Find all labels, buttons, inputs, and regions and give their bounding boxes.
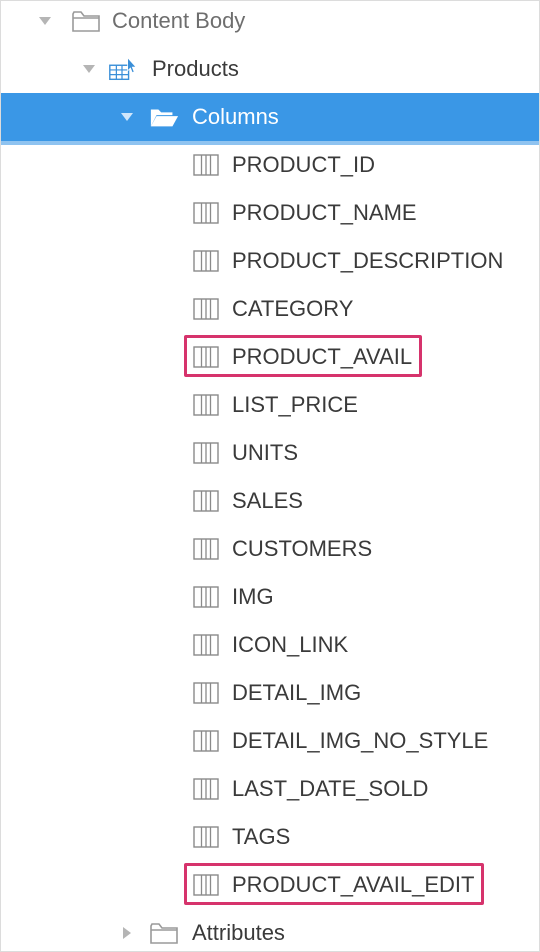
tree-node-column[interactable]: LIST_PRICE bbox=[1, 381, 539, 429]
tree-node-label: Attributes bbox=[192, 920, 285, 945]
folder-icon bbox=[149, 919, 179, 947]
tree-node-label: LIST_PRICE bbox=[232, 392, 358, 417]
chevron-down-icon[interactable] bbox=[119, 109, 135, 125]
tree-node-products[interactable]: Products bbox=[1, 45, 539, 93]
tree-node-column[interactable]: UNITS bbox=[1, 429, 539, 477]
column-icon bbox=[191, 871, 221, 899]
chevron-down-icon[interactable] bbox=[37, 13, 53, 29]
column-icon bbox=[191, 439, 221, 467]
tree-node-column[interactable]: ICON_LINK bbox=[1, 621, 539, 669]
tree-node-label: Content Body bbox=[112, 8, 246, 33]
column-icon bbox=[191, 151, 221, 179]
tree-node-label: Columns bbox=[192, 104, 279, 129]
tree-node-label: DETAIL_IMG_NO_STYLE bbox=[232, 728, 489, 753]
tree-node-label: LAST_DATE_SOLD bbox=[232, 776, 429, 801]
column-icon bbox=[191, 487, 221, 515]
tree-node-label: TAGS bbox=[232, 824, 291, 849]
tree-node-label: PRODUCT_NAME bbox=[232, 200, 417, 225]
tree-view: Content Body Products Columns PRODUCT_ID… bbox=[0, 0, 540, 952]
column-icon bbox=[191, 679, 221, 707]
tree-node-label: Products bbox=[152, 56, 239, 81]
tree-node-column[interactable]: CATEGORY bbox=[1, 285, 539, 333]
tree-node-column[interactable]: PRODUCT_AVAIL_EDIT bbox=[1, 861, 539, 909]
tree-node-columns[interactable]: Columns bbox=[1, 93, 539, 145]
tree-node-label: CATEGORY bbox=[232, 296, 354, 321]
tree-node-column[interactable]: DETAIL_IMG_NO_STYLE bbox=[1, 717, 539, 765]
column-icon bbox=[191, 583, 221, 611]
chevron-right-icon[interactable] bbox=[119, 925, 135, 941]
tree-node-label: ICON_LINK bbox=[232, 632, 349, 657]
tree-node-attributes[interactable]: Attributes bbox=[1, 909, 539, 951]
tree-node-column[interactable]: PRODUCT_AVAIL bbox=[1, 333, 539, 381]
column-icon bbox=[191, 391, 221, 419]
tree-node-column[interactable]: CUSTOMERS bbox=[1, 525, 539, 573]
tree-node-content-body[interactable]: Content Body bbox=[1, 1, 539, 45]
tree-node-label: SALES bbox=[232, 488, 303, 513]
column-icon bbox=[191, 727, 221, 755]
tree-node-label: PRODUCT_AVAIL bbox=[232, 344, 413, 369]
column-icon bbox=[191, 775, 221, 803]
column-icon bbox=[191, 535, 221, 563]
tree-node-column[interactable]: TAGS bbox=[1, 813, 539, 861]
tree-node-column[interactable]: LAST_DATE_SOLD bbox=[1, 765, 539, 813]
tree-node-column[interactable]: DETAIL_IMG bbox=[1, 669, 539, 717]
tree-node-column[interactable]: IMG bbox=[1, 573, 539, 621]
chevron-down-icon[interactable] bbox=[81, 61, 97, 77]
tree-node-label: DETAIL_IMG bbox=[232, 680, 362, 705]
tree-node-column[interactable]: PRODUCT_DESCRIPTION bbox=[1, 237, 539, 285]
tree-node-label: UNITS bbox=[232, 440, 298, 465]
column-icon bbox=[191, 247, 221, 275]
tree-node-label: CUSTOMERS bbox=[232, 536, 373, 561]
tree-node-column[interactable]: PRODUCT_ID bbox=[1, 141, 539, 189]
column-icon bbox=[191, 823, 221, 851]
column-icon bbox=[191, 631, 221, 659]
tree-node-label: IMG bbox=[232, 584, 274, 609]
column-icon bbox=[191, 199, 221, 227]
column-icon bbox=[191, 343, 221, 371]
tree-node-label: PRODUCT_DESCRIPTION bbox=[232, 248, 504, 273]
tree-node-label: PRODUCT_AVAIL_EDIT bbox=[232, 872, 475, 897]
tree-node-label: PRODUCT_ID bbox=[232, 152, 376, 177]
folder-open-icon bbox=[149, 103, 179, 131]
column-icon bbox=[191, 295, 221, 323]
table-region-icon bbox=[107, 55, 137, 83]
folder-icon bbox=[71, 7, 101, 35]
tree-node-column[interactable]: PRODUCT_NAME bbox=[1, 189, 539, 237]
tree-node-column[interactable]: SALES bbox=[1, 477, 539, 525]
